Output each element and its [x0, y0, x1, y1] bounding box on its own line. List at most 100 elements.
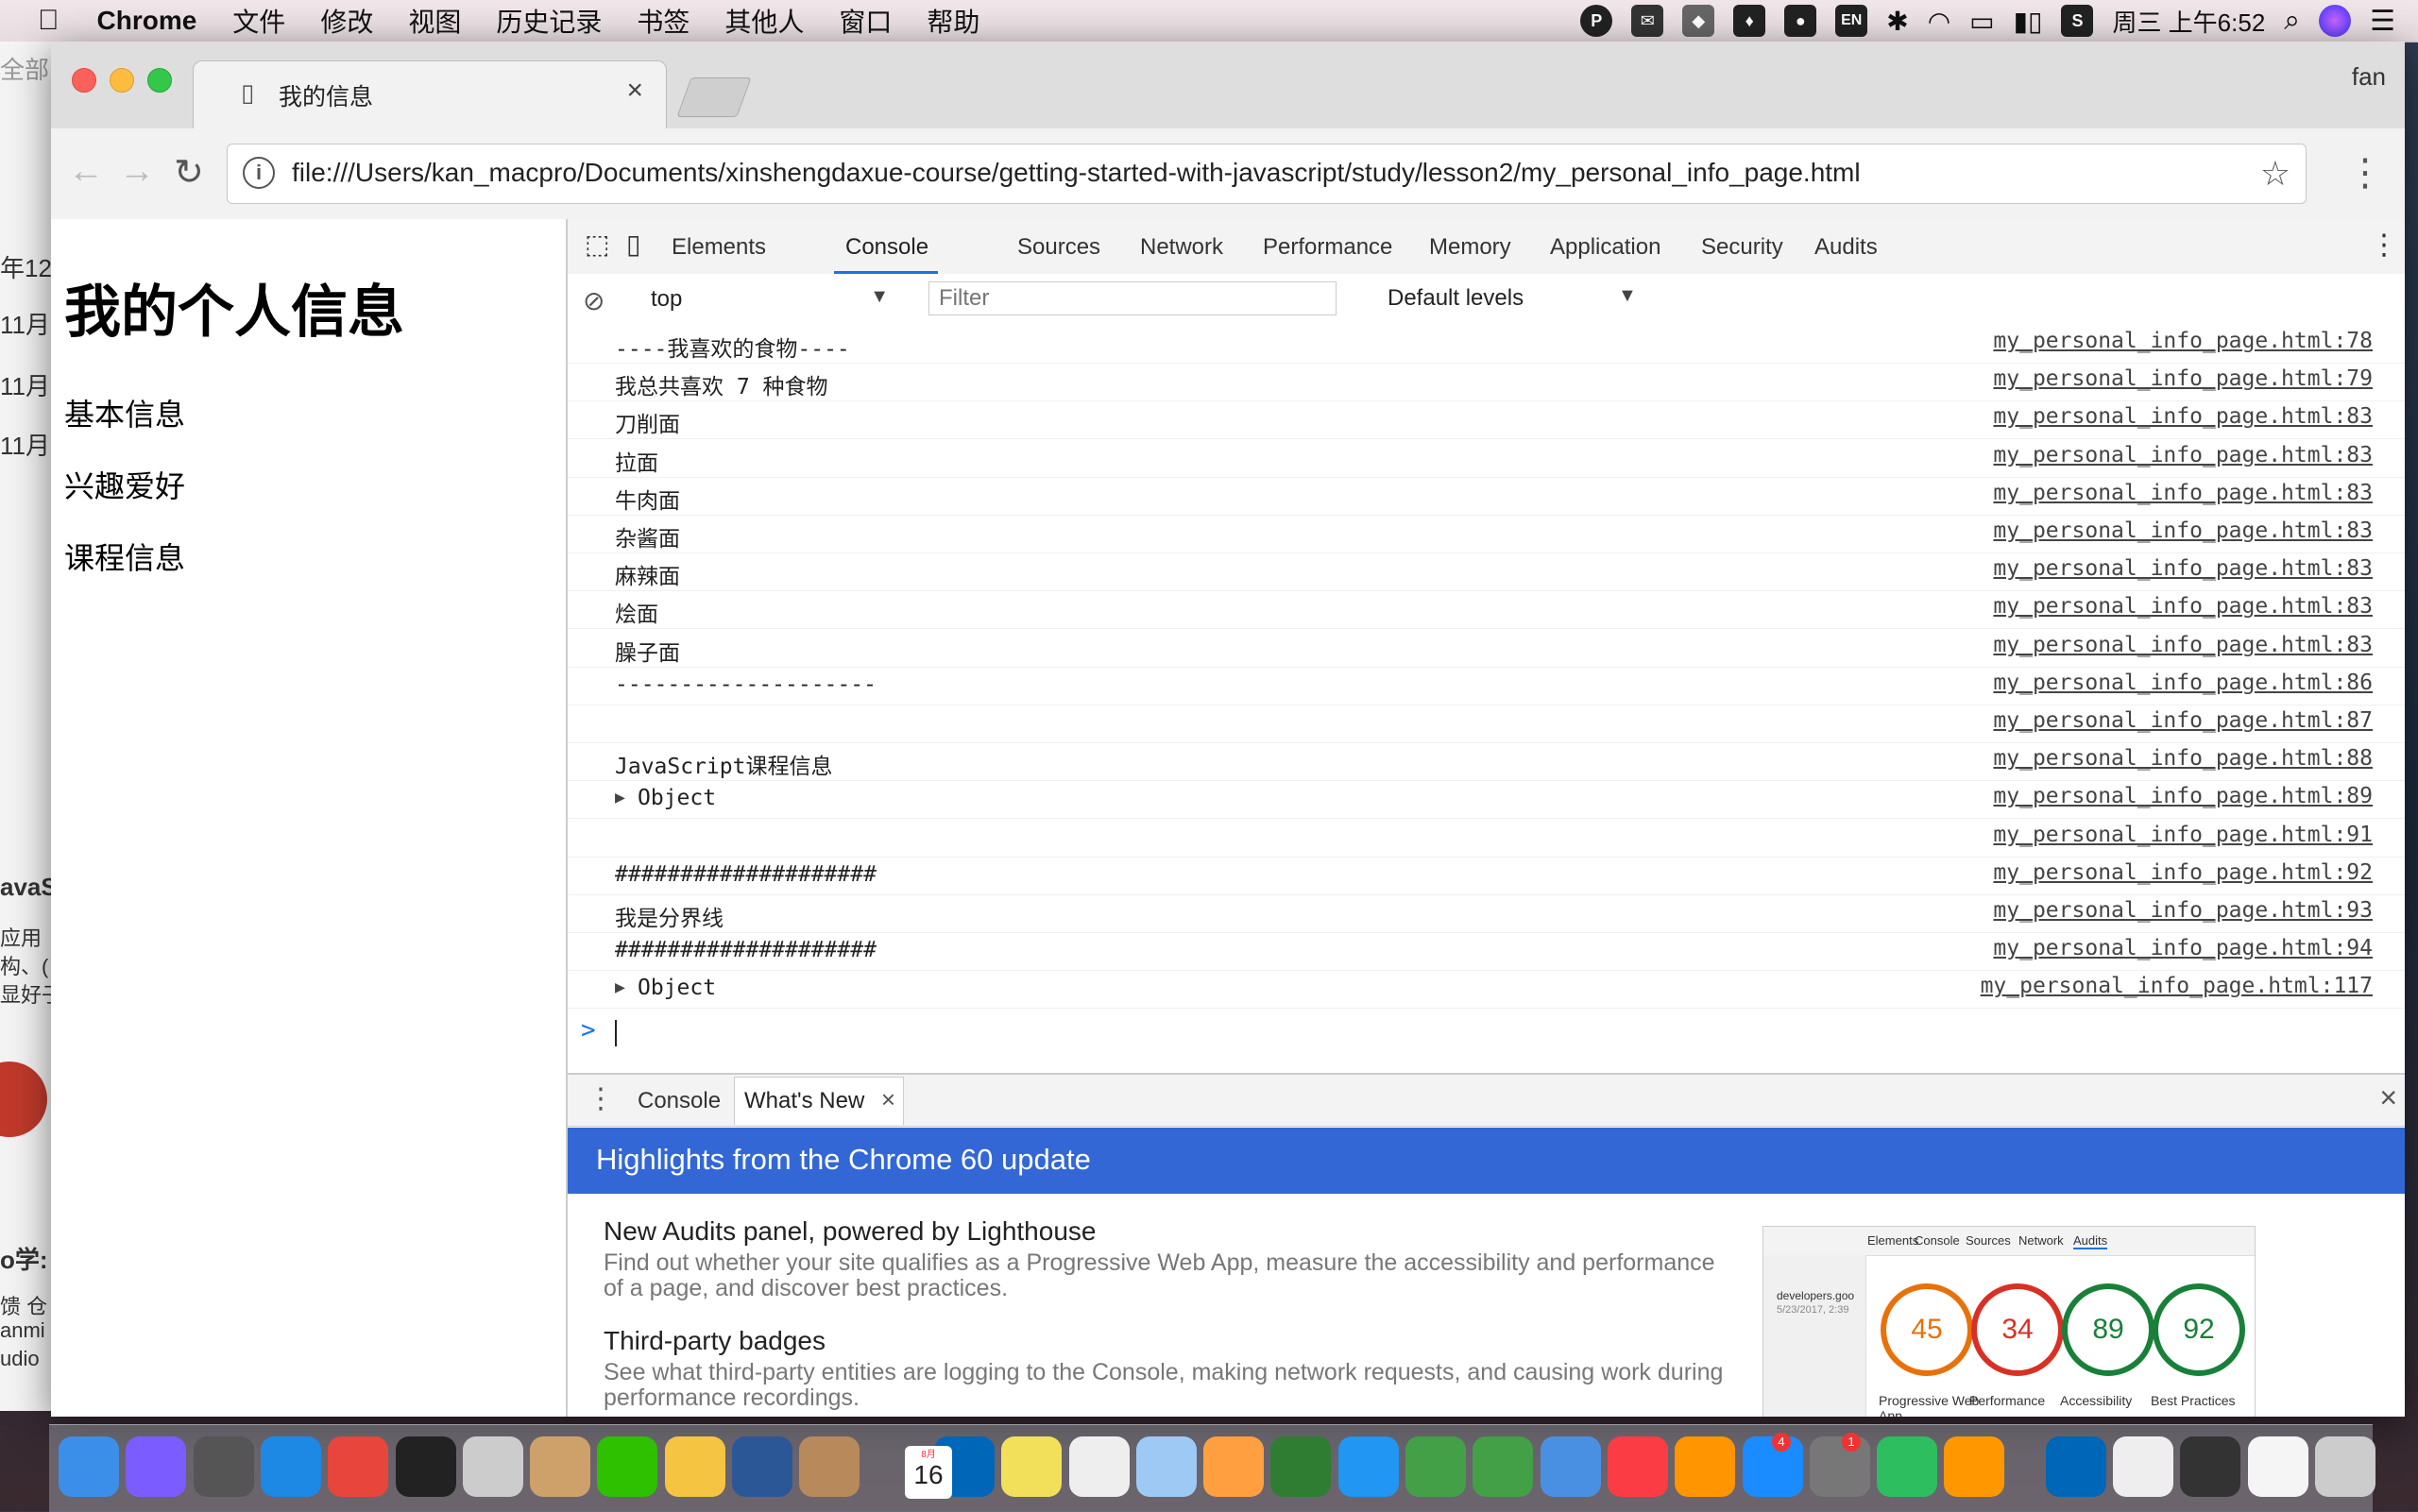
menu-view[interactable]: 视图	[408, 2, 461, 40]
document-icon[interactable]	[2247, 1436, 2308, 1497]
ibooks-icon[interactable]	[1675, 1436, 1736, 1497]
close-tab-icon[interactable]: ×	[881, 1085, 895, 1114]
safari-icon[interactable]	[260, 1436, 321, 1497]
notes-icon[interactable]	[664, 1436, 725, 1497]
evernote-tray-icon[interactable]: ♦	[1733, 5, 1766, 37]
tab-security[interactable]: Security	[1701, 234, 1783, 261]
bookmark-star-icon[interactable]: ☆	[2260, 154, 2290, 194]
url-text[interactable]: file:///Users/kan_macpro/Documents/xinsh…	[292, 158, 1861, 188]
reload-icon[interactable]: ↻	[174, 151, 204, 194]
console-source-link[interactable]: my_personal_info_page.html:88	[1993, 746, 2373, 771]
input-method-icon[interactable]: EN	[1835, 5, 1868, 37]
zoom-window-button[interactable]	[147, 68, 172, 93]
menu-people[interactable]: 其他人	[724, 2, 804, 40]
forward-arrow-icon[interactable]: →	[119, 151, 155, 192]
stickies-icon[interactable]	[1001, 1436, 1063, 1497]
photos-icon[interactable]	[1203, 1436, 1265, 1497]
menu-history[interactable]: 历史记录	[496, 2, 602, 40]
drawer-more-icon[interactable]: ⋮	[587, 1082, 615, 1115]
console-source-link[interactable]: my_personal_info_page.html:83	[1993, 556, 2373, 581]
tab-memory[interactable]: Memory	[1429, 234, 1511, 261]
notification-center-icon[interactable]: ☰	[2370, 5, 2395, 38]
battery-icon[interactable]: ▮▯	[2014, 6, 2043, 37]
airplay-icon[interactable]: ▭	[1969, 6, 1994, 37]
clock[interactable]: 周三 上午6:52	[2112, 4, 2265, 39]
context-selector[interactable]: top ▼	[634, 282, 898, 316]
siri-icon[interactable]	[2319, 5, 2352, 37]
tab-console[interactable]: Console	[845, 234, 928, 261]
console-source-link[interactable]: my_personal_info_page.html:117	[1981, 974, 2373, 998]
close-window-button[interactable]	[72, 68, 96, 93]
preview-app-icon[interactable]	[1135, 1436, 1197, 1497]
tab-elements[interactable]: Elements	[672, 234, 766, 261]
menu-app-name[interactable]: Chrome	[97, 6, 197, 36]
console-source-link[interactable]: my_personal_info_page.html:79	[1993, 366, 2373, 391]
expand-triangle-icon[interactable]: ▶	[615, 788, 625, 807]
microphone-tray-icon[interactable]: ●	[1784, 5, 1817, 37]
messages-icon[interactable]	[1337, 1436, 1399, 1497]
console-filter-input[interactable]	[928, 281, 1337, 315]
tab-sources[interactable]: Sources	[1017, 234, 1100, 261]
expand-triangle-icon[interactable]: ▶	[615, 977, 625, 997]
sublime-icon[interactable]	[1944, 1436, 2005, 1497]
console-input-caret[interactable]	[615, 1020, 617, 1046]
tab-network[interactable]: Network	[1140, 234, 1223, 261]
reminders-icon[interactable]	[1068, 1436, 1130, 1497]
devtools-more-icon[interactable]: ⋮	[2370, 229, 2398, 262]
minimize-window-button[interactable]	[110, 68, 134, 93]
inspect-element-icon[interactable]: ⬚	[585, 229, 609, 260]
console-source-link[interactable]: my_personal_info_page.html:83	[1993, 518, 2373, 543]
back-arrow-icon[interactable]: ←	[68, 151, 104, 192]
tab-performance[interactable]: Performance	[1263, 234, 1392, 261]
producthunt-tray-icon[interactable]: P	[1580, 5, 1613, 37]
vscode-file-icon[interactable]	[2045, 1436, 2106, 1497]
close-drawer-icon[interactable]: ×	[2379, 1080, 2397, 1115]
console-source-link[interactable]: my_personal_info_page.html:83	[1993, 481, 2373, 505]
menu-help[interactable]: 帮助	[927, 2, 979, 40]
contacts-icon[interactable]	[799, 1436, 860, 1497]
evernote-icon[interactable]	[1877, 1436, 1938, 1497]
itunes-icon[interactable]	[1607, 1436, 1668, 1497]
numbers-icon[interactable]	[1473, 1436, 1534, 1497]
system-preferences-icon[interactable]	[1809, 1436, 1870, 1497]
console-source-link[interactable]: my_personal_info_page.html:93	[1993, 898, 2373, 923]
finder-icon[interactable]	[59, 1436, 119, 1497]
console-source-link[interactable]: my_personal_info_page.html:83	[1993, 404, 2373, 429]
wechat-tray-icon[interactable]: ✉	[1631, 5, 1664, 37]
browser-tab[interactable]: ▯ 我的信息 ×	[193, 60, 667, 129]
chrome-menu-icon[interactable]: ⋮	[2346, 151, 2384, 195]
siri-icon[interactable]	[126, 1436, 187, 1497]
profile-name[interactable]: fan	[2352, 62, 2386, 92]
launchpad-icon[interactable]	[193, 1436, 254, 1497]
menu-window[interactable]: 窗口	[839, 2, 892, 40]
console-source-link[interactable]: my_personal_info_page.html:83	[1993, 633, 2373, 657]
console-source-link[interactable]: my_personal_info_page.html:89	[1993, 784, 2373, 808]
terminal-icon[interactable]	[395, 1436, 456, 1497]
wifi-icon[interactable]: ◠	[1928, 6, 1950, 37]
console-message[interactable]: Object	[638, 786, 716, 810]
calendar-icon[interactable]: 8月 16	[905, 1446, 952, 1499]
console-message[interactable]: Object	[638, 976, 716, 1000]
log-levels-dropdown[interactable]: Default levels	[1388, 285, 1524, 312]
console-source-link[interactable]: my_personal_info_page.html:83	[1993, 443, 2373, 467]
console-source-link[interactable]: my_personal_info_page.html:86	[1993, 671, 2373, 695]
console-source-link[interactable]: my_personal_info_page.html:83	[1993, 594, 2373, 619]
console-source-link[interactable]: my_personal_info_page.html:94	[1993, 936, 2373, 960]
new-tab-button[interactable]	[676, 77, 752, 117]
drawer-tab-console[interactable]: Console	[638, 1088, 721, 1114]
menu-bookmarks[interactable]: 书签	[637, 2, 690, 40]
tab-audits[interactable]: Audits	[1814, 234, 1878, 261]
console-source-link[interactable]: my_personal_info_page.html:87	[1993, 708, 2373, 733]
close-tab-icon[interactable]: ×	[626, 75, 643, 107]
spotlight-search-icon[interactable]: ⌕	[2284, 5, 2300, 37]
pocket-icon[interactable]	[1270, 1436, 1332, 1497]
trash-icon[interactable]	[2314, 1436, 2375, 1497]
sublime-tray-icon[interactable]: S	[2061, 5, 2094, 37]
console-source-link[interactable]: my_personal_info_page.html:91	[1993, 823, 2373, 847]
word-icon[interactable]	[732, 1436, 792, 1497]
keynote-icon[interactable]	[1540, 1436, 1601, 1497]
facetime-icon[interactable]	[1405, 1436, 1466, 1497]
console-source-link[interactable]: my_personal_info_page.html:78	[1993, 329, 2373, 353]
info-icon[interactable]: i	[243, 157, 275, 189]
drawer-tab-whats-new[interactable]: What's New ×	[734, 1077, 904, 1125]
